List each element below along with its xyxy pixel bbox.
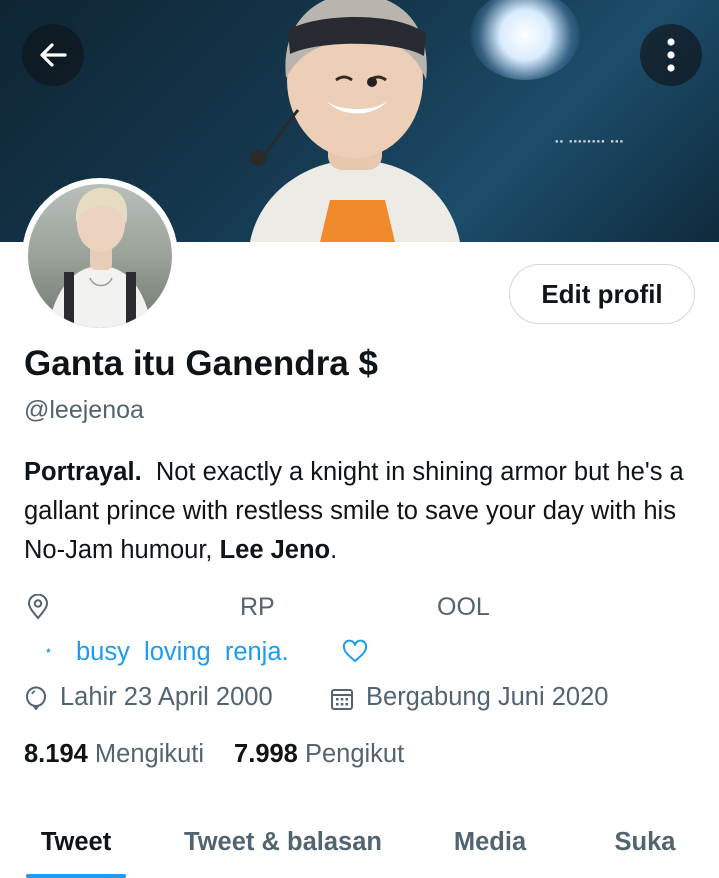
heart-icon	[342, 639, 368, 662]
bio-bold-name: Lee Jeno	[219, 536, 331, 564]
back-button[interactable]	[22, 24, 84, 86]
tab-likes[interactable]: Suka	[590, 806, 700, 878]
followers-count: 7.998	[234, 740, 298, 768]
meta-row: Lahir 23 April 2000 Bergabung Juni 2020	[24, 680, 704, 716]
bio-prefix: Portrayal	[24, 458, 135, 486]
location-row: RP OOL	[24, 590, 704, 624]
arrow-left-icon	[40, 43, 67, 67]
location-part2: OOL	[437, 593, 490, 621]
banner-photo	[250, 0, 460, 242]
following-label: Mengikuti	[94, 740, 205, 768]
joined-date: Bergabung Juni 2020	[366, 683, 609, 711]
banner-caption: ▪▪ ▪▪▪▪▪▪▪▪ ▪▪▪	[555, 138, 625, 145]
followers-label: Pengikut	[304, 740, 405, 768]
avatar[interactable]	[22, 178, 178, 334]
calendar-icon	[331, 689, 353, 710]
edit-profile-button[interactable]: Edit profil	[509, 264, 695, 324]
website-link[interactable]: ⋆ busy loving renja.	[24, 636, 368, 672]
follow-stats: 8.194 Mengikuti 7.998 Pengikut	[24, 740, 404, 769]
location-pin-icon	[27, 594, 49, 620]
tab-tweet-replies[interactable]: Tweet & balasan	[166, 806, 400, 878]
user-handle: @leejenoa	[24, 396, 144, 424]
birth-date: Lahir 23 April 2000	[60, 683, 273, 711]
profile-tabs: Tweet Tweet & balasan Media Suka	[0, 806, 719, 878]
avatar-photo	[28, 184, 172, 328]
website-text[interactable]: busy loving renja.	[76, 638, 289, 667]
profile-bio: Portrayal. Not exactly a knight in shini…	[24, 453, 704, 570]
tab-media[interactable]: Media	[430, 806, 550, 878]
more-vertical-icon	[667, 38, 675, 72]
active-tab-indicator	[26, 874, 126, 878]
followers-link[interactable]: 7.998 Pengikut	[234, 740, 404, 768]
bio-prefix-dot: .	[134, 458, 142, 486]
following-link[interactable]: 8.194 Mengikuti	[24, 740, 204, 768]
location-part1: RP	[240, 593, 275, 621]
balloon-icon	[25, 686, 47, 710]
tab-tweet[interactable]: Tweet	[18, 806, 134, 878]
bio-suffix: .	[330, 536, 338, 564]
following-count: 8.194	[24, 740, 88, 768]
display-name: Ganta itu Ganendra $	[24, 344, 378, 383]
more-options-button[interactable]	[640, 24, 702, 86]
star-icon: ⋆	[44, 642, 53, 658]
